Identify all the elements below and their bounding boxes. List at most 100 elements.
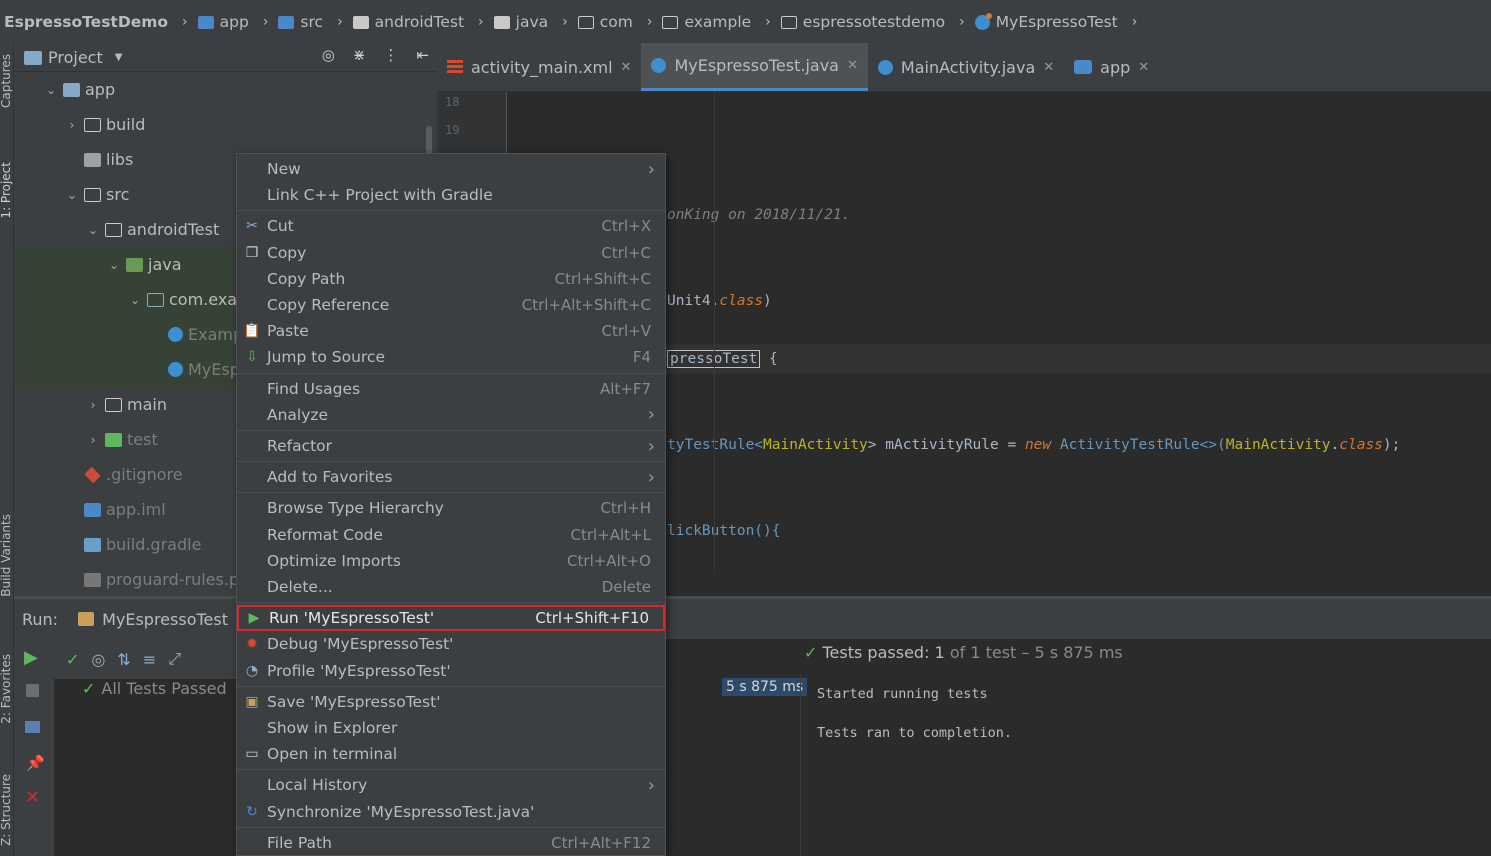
menu-item-label: Find Usages bbox=[267, 379, 361, 398]
close-icon[interactable]: ✕ bbox=[621, 60, 632, 75]
breadcrumb-item[interactable]: java › bbox=[493, 13, 578, 31]
chevron-down-icon[interactable]: ⌄ bbox=[127, 293, 143, 307]
menu-item-show-in-explorer[interactable]: Show in Explorer bbox=[237, 715, 665, 741]
menu-item-copy-reference[interactable]: Copy Reference Ctrl+Alt+Shift+C bbox=[237, 292, 665, 318]
editor-tab-0[interactable]: activity_main.xml ✕ bbox=[437, 43, 641, 91]
menu-item-profile-myespressotest[interactable]: ◔ Profile 'MyEspressoTest' bbox=[237, 658, 665, 684]
menu-item-label: Cut bbox=[267, 217, 294, 236]
menu-item-copy-path[interactable]: Copy Path Ctrl+Shift+C bbox=[237, 266, 665, 292]
menu-item-reformat-code[interactable]: Reformat Code Ctrl+Alt+L bbox=[237, 522, 665, 548]
chevron-right-icon: › bbox=[262, 14, 269, 30]
menu-item-label: Reformat Code bbox=[267, 525, 383, 544]
sort-duration-icon[interactable]: ≡ bbox=[143, 650, 156, 669]
class-icon bbox=[168, 327, 183, 342]
code-token: { bbox=[760, 351, 778, 367]
folder-icon bbox=[84, 152, 101, 167]
tree-item-label: test bbox=[127, 430, 158, 449]
test-tree-root[interactable]: ✓ All Tests Passed bbox=[82, 679, 227, 698]
menu-item-file-path[interactable]: File Path Ctrl+Alt+F12 bbox=[237, 830, 665, 856]
run-config-tab[interactable]: MyEspressoTest ✕ bbox=[78, 610, 247, 629]
menu-item-shortcut: Ctrl+C bbox=[601, 243, 651, 262]
close-icon[interactable]: ✕ bbox=[1138, 60, 1149, 75]
tool-tab-build-variants[interactable]: Build Variants bbox=[0, 514, 13, 597]
menu-item-add-to-favorites[interactable]: Add to Favorites › bbox=[237, 464, 665, 490]
collapse-all-icon[interactable]: ⋇ bbox=[353, 46, 366, 64]
breadcrumb-item[interactable]: src › bbox=[278, 13, 352, 31]
editor-tab-2[interactable]: MainActivity.java ✕ bbox=[868, 43, 1064, 91]
show-passed-icon[interactable]: ✓ bbox=[66, 650, 79, 669]
menu-item-link-c-project-with-gradle[interactable]: Link C++ Project with Gradle bbox=[237, 182, 665, 208]
chevron-right-icon[interactable]: › bbox=[85, 433, 101, 447]
menu-item-jump-to-source[interactable]: ⇩ Jump to Source F4 bbox=[237, 344, 665, 370]
menu-item-delete[interactable]: Delete... Delete bbox=[237, 574, 665, 600]
xml-file-icon bbox=[447, 60, 463, 74]
breadcrumb-item[interactable]: app › bbox=[197, 13, 279, 31]
menu-item-analyze[interactable]: Analyze › bbox=[237, 402, 665, 428]
menu-item-local-history[interactable]: Local History › bbox=[237, 772, 665, 798]
close-icon[interactable]: ✕ bbox=[1043, 60, 1054, 75]
class-icon bbox=[974, 12, 992, 30]
target-icon[interactable]: ◎ bbox=[322, 46, 335, 64]
close-icon[interactable]: ✕ bbox=[847, 58, 858, 73]
chevron-down-icon[interactable]: ⌄ bbox=[64, 188, 80, 202]
package-icon bbox=[662, 15, 679, 29]
breadcrumb-item[interactable]: androidTest › bbox=[352, 13, 494, 31]
menu-separator bbox=[237, 461, 665, 463]
close-icon[interactable]: ✕ bbox=[25, 787, 40, 808]
editor-tab-1[interactable]: MyEspressoTest.java ✕ bbox=[641, 43, 868, 91]
menu-item-refactor[interactable]: Refactor › bbox=[237, 433, 665, 459]
menu-item-paste[interactable]: 📋 Paste Ctrl+V bbox=[237, 318, 665, 344]
tree-item-label: app bbox=[85, 80, 116, 99]
stop-icon[interactable] bbox=[26, 684, 39, 697]
tool-tab-favorites[interactable]: 2: Favorites bbox=[0, 654, 13, 724]
breadcrumb-item[interactable]: EspressoTestDemo › bbox=[4, 13, 198, 31]
menu-item-new[interactable]: New › bbox=[237, 156, 665, 182]
menu-item-optimize-imports[interactable]: Optimize Imports Ctrl+Alt+O bbox=[237, 548, 665, 574]
package-icon bbox=[780, 15, 797, 29]
gear-icon[interactable]: ⋮ bbox=[383, 46, 398, 64]
show-ignored-icon[interactable]: ◎ bbox=[91, 650, 105, 669]
menu-item-open-in-terminal[interactable]: ▭ Open in terminal bbox=[237, 741, 665, 767]
breadcrumb-item[interactable]: com › bbox=[577, 13, 663, 31]
chevron-down-icon[interactable]: ⌄ bbox=[106, 258, 122, 272]
pin-icon[interactable]: 📌 bbox=[26, 754, 45, 772]
breadcrumb-item[interactable]: MyEspressoTest › bbox=[974, 12, 1148, 31]
scissors-icon: ✂ bbox=[246, 218, 258, 235]
menu-item-save-myespressotest[interactable]: ▣ Save 'MyEspressoTest' bbox=[237, 689, 665, 715]
menu-item-copy[interactable]: ❐ Copy Ctrl+C bbox=[237, 240, 665, 266]
chevron-down-icon[interactable]: ▼ bbox=[115, 52, 123, 63]
chevron-down-icon[interactable]: ⌄ bbox=[43, 83, 59, 97]
project-view-selector[interactable]: Project bbox=[48, 48, 103, 67]
sort-alpha-icon[interactable]: ⇅ bbox=[117, 650, 130, 669]
layout-icon[interactable] bbox=[25, 721, 40, 733]
code-token: Unit4. bbox=[667, 293, 720, 309]
tool-tab-project[interactable]: 1: Project bbox=[0, 162, 13, 219]
tree-item-label: build bbox=[106, 115, 146, 134]
chevron-right-icon: › bbox=[647, 774, 655, 796]
menu-item-cut[interactable]: ✂ Cut Ctrl+X bbox=[237, 213, 665, 239]
editor-tab-3[interactable]: app ✕ bbox=[1064, 43, 1159, 91]
hide-panel-icon[interactable]: ⇤ bbox=[416, 46, 429, 64]
breadcrumb-item[interactable]: espressotestdemo › bbox=[780, 13, 975, 31]
menu-item-synchronize-myespressotest-java[interactable]: ↻ Synchronize 'MyEspressoTest.java' bbox=[237, 799, 665, 825]
menu-item-browse-type-hierarchy[interactable]: Browse Type Hierarchy Ctrl+H bbox=[237, 495, 665, 521]
tree-item-label: MyEsp bbox=[188, 360, 240, 379]
expand-icon[interactable]: ⤢ bbox=[168, 649, 181, 669]
menu-item-label: Add to Favorites bbox=[267, 468, 393, 487]
menu-item-find-usages[interactable]: Find Usages Alt+F7 bbox=[237, 376, 665, 402]
tool-tab-structure[interactable]: Z: Structure bbox=[0, 774, 13, 846]
menu-item-run-myespressotest[interactable]: ▶ Run 'MyEspressoTest' Ctrl+Shift+F10 bbox=[237, 605, 665, 632]
menu-item-shortcut: Alt+F7 bbox=[599, 379, 651, 398]
chevron-right-icon[interactable]: › bbox=[64, 118, 80, 132]
tree-item-label: main bbox=[127, 395, 167, 414]
tree-item-build[interactable]: › build bbox=[14, 107, 437, 142]
tool-tab-captures[interactable]: Captures bbox=[0, 54, 13, 108]
chevron-right-icon[interactable]: › bbox=[85, 398, 101, 412]
rerun-icon[interactable]: ▶ bbox=[24, 647, 38, 668]
tree-scrollbar[interactable] bbox=[426, 126, 432, 156]
console-output[interactable]: Started running tests Tests ran to compl… bbox=[800, 675, 1491, 856]
chevron-down-icon[interactable]: ⌄ bbox=[85, 223, 101, 237]
menu-item-debug-myespressotest[interactable]: ✹ Debug 'MyEspressoTest' bbox=[237, 631, 665, 657]
tree-item-app[interactable]: ⌄ app bbox=[14, 72, 437, 107]
breadcrumb-item[interactable]: example › bbox=[662, 13, 780, 31]
